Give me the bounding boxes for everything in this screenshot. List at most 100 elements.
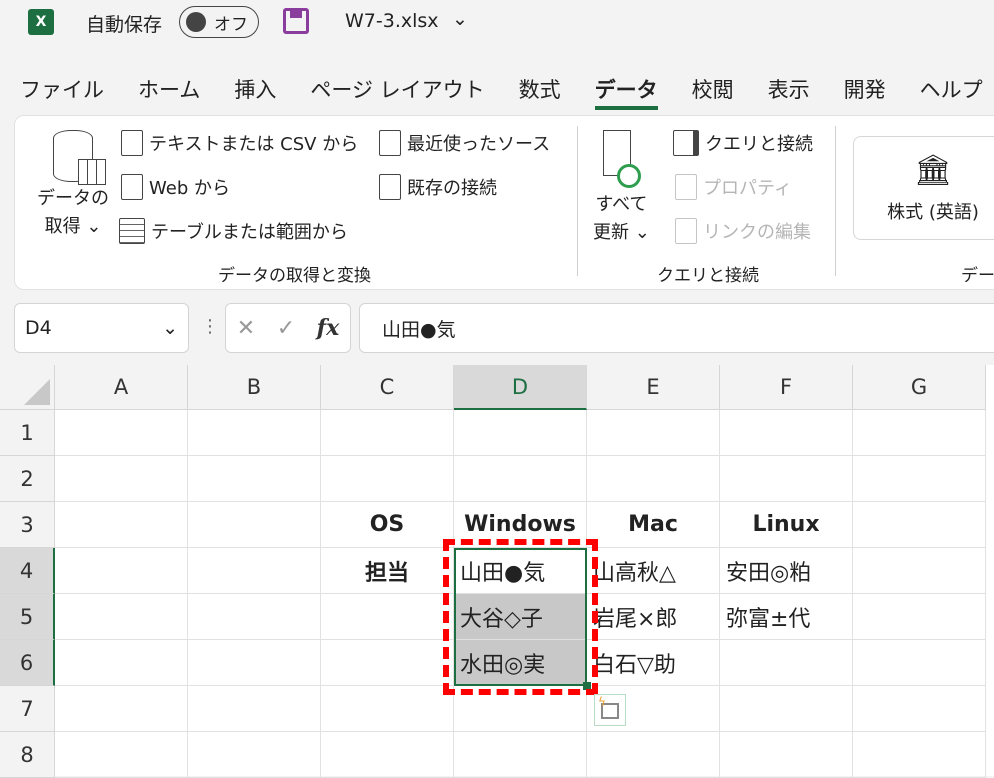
row-header-2[interactable]: 2	[0, 456, 55, 502]
cell-C4[interactable]: 担当	[321, 548, 454, 594]
recent-sources-button[interactable]: 最近使ったソース	[379, 130, 550, 156]
cell-E4[interactable]: 山高秋△	[587, 548, 720, 594]
column-header-C[interactable]: C	[321, 365, 454, 410]
cell-D2[interactable]	[454, 456, 587, 502]
tab-8[interactable]: 開発	[844, 70, 886, 110]
save-icon[interactable]	[283, 8, 309, 34]
row-header-3[interactable]: 3	[0, 502, 55, 548]
tab-4[interactable]: 数式	[519, 70, 561, 110]
cell-A2[interactable]	[55, 456, 188, 502]
cell-F4[interactable]: 安田◎粕	[720, 548, 853, 594]
cell-G7[interactable]	[853, 686, 986, 732]
formula-input[interactable]: 山田●気	[359, 303, 994, 353]
autosave-toggle[interactable]: オフ	[179, 6, 259, 38]
cell-A6[interactable]	[55, 640, 188, 686]
edit-links-button[interactable]: リンクの編集	[675, 218, 811, 244]
cell-B3[interactable]	[188, 502, 321, 548]
cell-A4[interactable]	[55, 548, 188, 594]
tab-9[interactable]: ヘルプ	[920, 70, 983, 110]
cell-F5[interactable]: 弥富±代	[720, 594, 853, 640]
queries-connections-button[interactable]: クエリと接続	[673, 130, 813, 156]
column-header-G[interactable]: G	[853, 365, 986, 410]
refresh-all-button[interactable]: すべて 更新 ⌄	[593, 130, 650, 244]
drag-handle-icon[interactable]: ⋮	[201, 316, 219, 337]
refresh-all-label-2: 更新 ⌄	[593, 222, 650, 243]
cell-B5[interactable]	[188, 594, 321, 640]
cell-F6[interactable]	[720, 640, 853, 686]
cell-C1[interactable]	[321, 410, 454, 456]
cell-G6[interactable]	[853, 640, 986, 686]
filename[interactable]: W7-3.xlsx	[345, 10, 439, 32]
tab-3[interactable]: ページ レイアウト	[310, 70, 484, 110]
row-header-1[interactable]: 1	[0, 410, 55, 456]
cell-D8[interactable]	[454, 732, 587, 778]
cell-C2[interactable]	[321, 456, 454, 502]
cell-F8[interactable]	[720, 732, 853, 778]
cell-F1[interactable]	[720, 410, 853, 456]
cell-C8[interactable]	[321, 732, 454, 778]
row-header-5[interactable]: 5	[0, 594, 55, 640]
row-header-8[interactable]: 8	[0, 732, 55, 778]
tab-1[interactable]: ホーム	[138, 70, 200, 110]
cell-B1[interactable]	[188, 410, 321, 456]
cell-C5[interactable]	[321, 594, 454, 640]
cell-A7[interactable]	[55, 686, 188, 732]
column-header-E[interactable]: E	[587, 365, 720, 410]
cell-E2[interactable]	[587, 456, 720, 502]
chevron-down-icon[interactable]: ⌄	[162, 317, 178, 339]
cell-B7[interactable]	[188, 686, 321, 732]
cell-E1[interactable]	[587, 410, 720, 456]
cell-G1[interactable]	[853, 410, 986, 456]
cell-A5[interactable]	[55, 594, 188, 640]
cell-C6[interactable]	[321, 640, 454, 686]
cell-G2[interactable]	[853, 456, 986, 502]
cell-G8[interactable]	[853, 732, 986, 778]
insert-function-icon[interactable]: fx	[317, 315, 340, 341]
tab-7[interactable]: 表示	[768, 70, 810, 110]
tab-0[interactable]: ファイル	[20, 70, 104, 110]
cell-F2[interactable]	[720, 456, 853, 502]
select-all-corner[interactable]	[0, 365, 55, 410]
cell-B4[interactable]	[188, 548, 321, 594]
properties-button[interactable]: プロパティ	[675, 174, 792, 200]
cell-B2[interactable]	[188, 456, 321, 502]
cell-G3[interactable]	[853, 502, 986, 548]
name-box[interactable]: D4 ⌄	[14, 303, 189, 353]
tab-6[interactable]: 校閲	[692, 70, 734, 110]
cell-G4[interactable]	[853, 548, 986, 594]
row-header-4[interactable]: 4	[0, 548, 55, 594]
enter-check-icon[interactable]: ✓	[277, 316, 295, 341]
cell-E8[interactable]	[587, 732, 720, 778]
get-data-button[interactable]: データの 取得 ⌄	[37, 130, 109, 238]
chevron-down-icon[interactable]: ⌄	[452, 8, 468, 30]
table-range-button[interactable]: テーブルまたは範囲から	[119, 218, 348, 244]
cell-F7[interactable]	[720, 686, 853, 732]
column-header-D[interactable]: D	[454, 365, 587, 410]
cell-B6[interactable]	[188, 640, 321, 686]
cell-A8[interactable]	[55, 732, 188, 778]
web-button[interactable]: Web から	[121, 174, 230, 200]
quick-analysis-icon[interactable]: ϟ	[594, 694, 626, 726]
cell-C7[interactable]	[321, 686, 454, 732]
tab-2[interactable]: 挿入	[234, 70, 276, 110]
cell-E5[interactable]: 岩尾×郎	[587, 594, 720, 640]
column-header-B[interactable]: B	[188, 365, 321, 410]
column-header-A[interactable]: A	[55, 365, 188, 410]
cancel-icon[interactable]: ✕	[237, 316, 255, 341]
cell-A1[interactable]	[55, 410, 188, 456]
cell-C3[interactable]: OS	[321, 502, 454, 548]
cell-E3[interactable]: Mac	[587, 502, 720, 548]
cell-A3[interactable]	[55, 502, 188, 548]
row-header-6[interactable]: 6	[0, 640, 55, 686]
cell-B8[interactable]	[188, 732, 321, 778]
text-csv-button[interactable]: テキストまたは CSV から	[121, 130, 358, 156]
existing-connections-button[interactable]: 既存の接続	[379, 174, 497, 200]
cell-F3[interactable]: Linux	[720, 502, 853, 548]
stocks-button[interactable]: 🏛 株式 (英語)	[853, 136, 994, 240]
cell-G5[interactable]	[853, 594, 986, 640]
row-header-7[interactable]: 7	[0, 686, 55, 732]
column-header-F[interactable]: F	[720, 365, 853, 410]
tab-5[interactable]: データ	[594, 70, 658, 110]
cell-D1[interactable]	[454, 410, 587, 456]
cell-E6[interactable]: 白石▽助	[587, 640, 720, 686]
